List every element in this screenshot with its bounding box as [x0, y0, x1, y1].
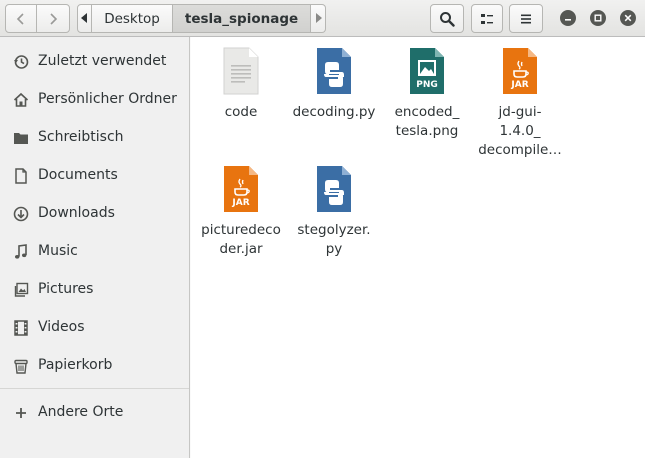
trash-icon [12, 357, 30, 375]
sidebar-item-label: Documents [38, 167, 118, 183]
file-name: picturedeco der.jar [201, 222, 281, 257]
sidebar-item-videos[interactable]: Videos [0, 310, 189, 344]
file-name: jd-gui- 1.4.0_ decompile… [478, 104, 562, 158]
view-options-icon [480, 12, 494, 26]
sidebar-item-label: Music [38, 243, 78, 259]
file-name: code [224, 104, 258, 120]
jar-file-icon: JAR [500, 47, 540, 95]
file-view: code decoding.py PNG encoded_ tesla.png [191, 37, 645, 458]
forward-button[interactable] [36, 4, 70, 33]
breadcrumb-current-folder[interactable]: tesla_spionage [172, 4, 312, 33]
file-item-code[interactable]: code [191, 47, 291, 122]
sidebar-item-label: Andere Orte [38, 404, 124, 420]
pathbar-scroll-right-icon [314, 11, 323, 27]
file-item-decoding-py[interactable]: decoding.py [284, 47, 384, 122]
sidebar-item-desktop[interactable]: Schreibtisch [0, 120, 189, 154]
sidebar-item-home[interactable]: Persönlicher Ordner [0, 82, 189, 116]
sidebar-item-pictures[interactable]: Pictures [0, 272, 189, 306]
sidebar-item-other-locations[interactable]: Andere Orte [0, 395, 189, 429]
file-item-picturedecoder-jar[interactable]: JAR picturedeco der.jar [191, 165, 291, 259]
view-options-button[interactable] [471, 4, 503, 33]
minimize-icon [564, 10, 572, 26]
sidebar-item-trash[interactable]: Papierkorb [0, 348, 189, 382]
file-item-stegolyzer-py[interactable]: stegolyzer. py [284, 165, 384, 259]
sidebar-item-label: Persönlicher Ordner [38, 91, 177, 107]
sidebar-item-label: Pictures [38, 281, 94, 297]
image-file-icon: PNG [407, 47, 447, 95]
breadcrumb-desktop[interactable]: Desktop [92, 4, 173, 33]
png-badge: PNG [416, 80, 438, 90]
go-next-icon [47, 12, 59, 25]
sidebar-item-documents[interactable]: Documents [0, 158, 189, 192]
video-icon [12, 319, 30, 337]
maximize-icon [594, 10, 602, 26]
desktop-folder-icon [12, 129, 30, 147]
header-bar: Desktop tesla_spionage [0, 0, 645, 37]
close-button[interactable] [620, 10, 636, 26]
go-previous-icon [15, 12, 27, 25]
document-icon [12, 167, 30, 185]
close-icon [624, 10, 632, 26]
sidebar-divider [0, 388, 189, 389]
file-name: encoded_ tesla.png [394, 104, 460, 139]
back-button[interactable] [5, 4, 37, 33]
file-item-jd-gui[interactable]: JAR jd-gui- 1.4.0_ decompile… [470, 47, 570, 160]
sidebar-item-downloads[interactable]: Downloads [0, 196, 189, 230]
music-icon [12, 243, 30, 261]
python-file-icon [314, 47, 354, 95]
jar-badge: JAR [232, 198, 250, 208]
path-bar: Desktop tesla_spionage [77, 4, 326, 33]
home-icon [12, 91, 30, 109]
sidebar-item-label: Downloads [38, 205, 115, 221]
maximize-button[interactable] [590, 10, 606, 26]
download-icon [12, 205, 30, 223]
pathbar-scroll-left-icon [80, 11, 89, 27]
jar-badge: JAR [511, 80, 529, 90]
search-icon [439, 11, 455, 27]
menu-icon [519, 12, 533, 26]
sidebar-item-recent[interactable]: Zuletzt verwendet [0, 44, 189, 78]
pictures-icon [12, 281, 30, 299]
sidebar-item-label: Videos [38, 319, 85, 335]
search-button[interactable] [430, 4, 464, 33]
sidebar-item-music[interactable]: Music [0, 234, 189, 268]
sidebar-item-label: Papierkorb [38, 357, 113, 373]
file-name: decoding.py [292, 104, 376, 120]
recent-icon [12, 53, 30, 71]
sidebar: Zuletzt verwendet Persönlicher Ordner Sc… [0, 37, 190, 458]
pathbar-scroll-left-button[interactable] [77, 4, 93, 33]
jar-file-icon: JAR [221, 165, 261, 213]
file-name: stegolyzer. py [297, 222, 371, 257]
sidebar-item-label: Zuletzt verwendet [38, 53, 167, 69]
pathbar-scroll-right-button[interactable] [311, 4, 326, 33]
minimize-button[interactable] [560, 10, 576, 26]
sidebar-item-label: Schreibtisch [38, 129, 124, 145]
text-file-icon [221, 47, 261, 95]
python-file-icon [314, 165, 354, 213]
menu-button[interactable] [509, 4, 543, 33]
file-item-encoded-tesla-png[interactable]: PNG encoded_ tesla.png [377, 47, 477, 141]
plus-icon [12, 404, 30, 422]
